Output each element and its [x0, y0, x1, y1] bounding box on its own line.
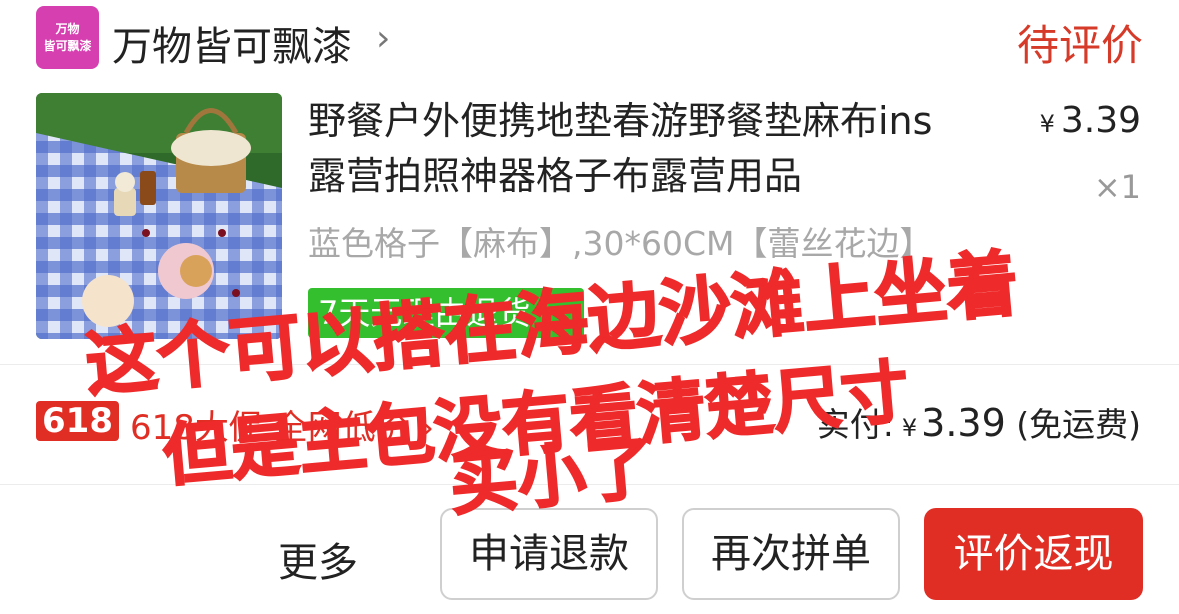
shop-name[interactable]: 万物皆可飘漆 [112, 14, 352, 72]
currency-symbol: ¥ [901, 414, 918, 442]
chevron-right-icon[interactable]: › [376, 18, 390, 59]
shop-logo-text-2: 皆可飘漆 [43, 38, 92, 53]
promo-text[interactable]: 618大促·全网低价 › [130, 400, 434, 449]
return-policy-tag: 7天无理由退货 [308, 288, 584, 338]
divider [0, 484, 1179, 485]
paid-amount: 实付: ¥3.39 (免运费) [817, 398, 1141, 446]
product-thumbnail[interactable] [36, 93, 282, 339]
product-title[interactable]: 野餐户外便携地垫春游野餐垫麻布ins露营拍照神器格子布露营用品 [308, 94, 968, 204]
shipping-note: (免运费) [1016, 405, 1141, 444]
refund-button[interactable]: 申请退款 [440, 508, 658, 600]
promo-badge: 618 [36, 401, 119, 441]
reorder-button[interactable]: 再次拼单 [682, 508, 900, 600]
product-price-value: 3.39 [1060, 100, 1141, 141]
product-price: ¥3.39 [1040, 100, 1141, 141]
divider [0, 364, 1179, 365]
shop-logo[interactable]: 万物 皆可飘漆 [36, 6, 99, 69]
review-cashback-button[interactable]: 评价返现 [924, 508, 1143, 600]
order-status: 待评价 [1016, 21, 1143, 70]
paid-value: 3.39 [921, 401, 1006, 445]
more-button[interactable]: 更多 [278, 530, 358, 588]
product-spec: 蓝色格子【麻布】,30*60CM【蕾丝花边】 [308, 224, 933, 263]
paid-label: 实付: [816, 405, 894, 444]
currency-symbol: ¥ [1039, 110, 1055, 138]
product-quantity: ×1 [1093, 168, 1141, 206]
shop-logo-text-1: 万物 [55, 21, 80, 36]
